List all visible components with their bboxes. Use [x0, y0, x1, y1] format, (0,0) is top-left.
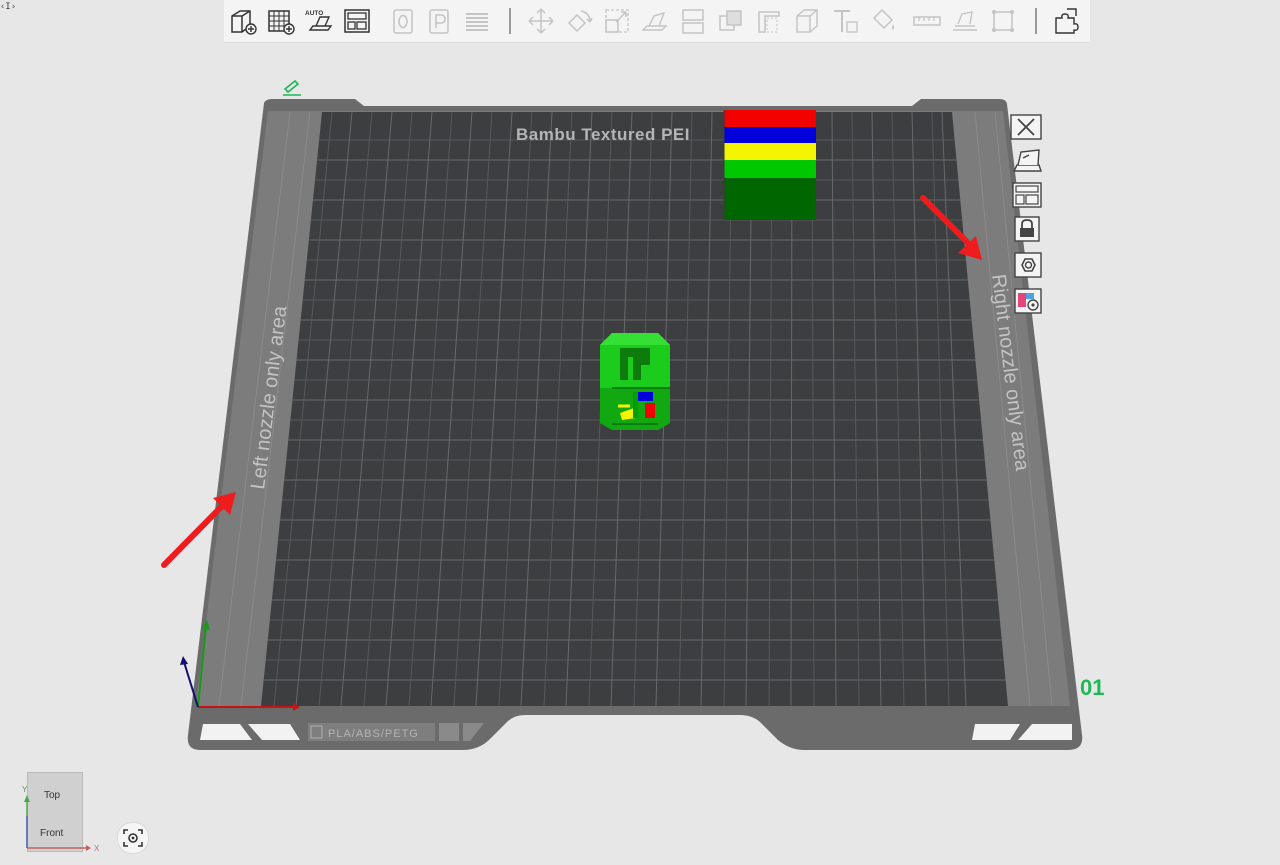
filament-tag-label: PLA/ABS/PETG	[328, 728, 419, 740]
filament-map-icon	[1014, 288, 1042, 314]
plate-0-icon	[393, 9, 413, 34]
scale-button[interactable]	[602, 6, 632, 36]
lay-on-face-icon	[641, 11, 668, 31]
scale-icon	[605, 9, 629, 33]
arrange-button[interactable]	[342, 6, 372, 36]
variable-layer-button[interactable]	[1051, 6, 1081, 36]
cut-button[interactable]	[678, 6, 708, 36]
puzzle-icon	[1055, 8, 1079, 34]
seam-paint-icon	[796, 9, 818, 33]
seam-paint-button[interactable]	[792, 6, 822, 36]
auto-orient-button[interactable]: AUTO	[304, 6, 334, 36]
ruler-icon	[913, 16, 941, 26]
fit-view-button[interactable]	[988, 6, 1018, 36]
toolbar-separator	[1035, 8, 1037, 34]
add-object-button[interactable]	[228, 6, 258, 36]
view-cube-x-axis-label: X	[94, 844, 100, 853]
move-icon	[528, 8, 554, 34]
support-paint-button[interactable]	[754, 6, 784, 36]
plate-zero-button[interactable]	[388, 6, 418, 36]
origin-axes	[180, 620, 300, 711]
arrange-plate-icon	[1012, 149, 1042, 172]
fit-view-icon	[992, 10, 1014, 32]
arrange-icon	[344, 9, 370, 33]
rotate-button[interactable]	[564, 6, 594, 36]
grid-plus-icon	[268, 10, 295, 35]
view-cube-axes: Y X	[22, 785, 100, 853]
annotation-arrow-left	[161, 499, 229, 568]
bed-type-label: Bambu Textured PEI	[516, 125, 690, 144]
wipe-tower[interactable]	[723, 110, 816, 220]
auto-orient-label: AUTO	[305, 10, 323, 17]
color-paint-button[interactable]	[868, 6, 898, 36]
delete-plate-button[interactable]	[1008, 112, 1044, 142]
recenter-view-button[interactable]	[117, 822, 149, 854]
assembly-icon	[953, 11, 977, 31]
split-layers-button[interactable]	[462, 6, 492, 36]
cube-plus-icon	[231, 10, 257, 35]
assembly-button[interactable]	[950, 6, 980, 36]
text-icon	[834, 10, 858, 33]
support-paint-icon	[758, 11, 780, 33]
filament-map-button[interactable]	[1008, 286, 1044, 316]
annotation-arrow-right-head	[958, 236, 982, 260]
camera-focus-icon	[123, 829, 143, 847]
plate-index-label[interactable]: 01	[1080, 675, 1104, 701]
sidebar-toggle[interactable]: ‹I›	[0, 0, 16, 14]
text-button[interactable]	[830, 6, 860, 36]
plate-handle-slots	[200, 724, 1072, 740]
layout-icon	[1012, 182, 1042, 208]
lay-on-face-button[interactable]	[640, 6, 670, 36]
plate-side-toolbar	[1008, 112, 1072, 332]
boolean-icon	[719, 10, 742, 31]
move-button[interactable]	[526, 6, 556, 36]
left-nozzle-zone-label: Left nozzle only area	[247, 304, 291, 491]
plate-p-button[interactable]	[424, 6, 454, 36]
filament-tag: PLA/ABS/PETG	[308, 723, 484, 741]
edit-plate-name-icon[interactable]	[283, 79, 301, 96]
plate-p-icon	[429, 9, 449, 34]
measure-button[interactable]	[912, 6, 942, 36]
auto-orient-icon: AUTO	[305, 10, 333, 31]
cut-icon	[682, 9, 704, 34]
layers-icon	[466, 13, 488, 31]
annotation-arrow-right	[920, 195, 975, 250]
toolbar-separator	[509, 8, 511, 34]
lock-plate-button[interactable]	[1008, 214, 1044, 244]
arrange-plate-button[interactable]	[1008, 146, 1044, 176]
view-cube[interactable]: Top Front Y X	[18, 770, 118, 860]
hex-nut-icon	[1014, 252, 1042, 278]
add-plate-button[interactable]	[266, 6, 296, 36]
orient-plate-button[interactable]	[1008, 180, 1044, 210]
plate-settings-button[interactable]	[1008, 250, 1044, 280]
rotate-icon	[567, 10, 593, 33]
boolean-button[interactable]	[716, 6, 746, 36]
printed-model[interactable]	[600, 333, 670, 430]
3d-viewport[interactable]: Bambu Textured PEI Left nozzle only area…	[0, 0, 1280, 865]
close-icon	[1010, 114, 1042, 140]
top-toolbar: AUTO	[224, 0, 1090, 43]
paint-bucket-icon	[872, 8, 894, 30]
annotation-arrow-left-head	[213, 492, 236, 515]
lock-icon	[1014, 216, 1040, 242]
view-cube-y-axis-label: Y	[22, 785, 28, 794]
